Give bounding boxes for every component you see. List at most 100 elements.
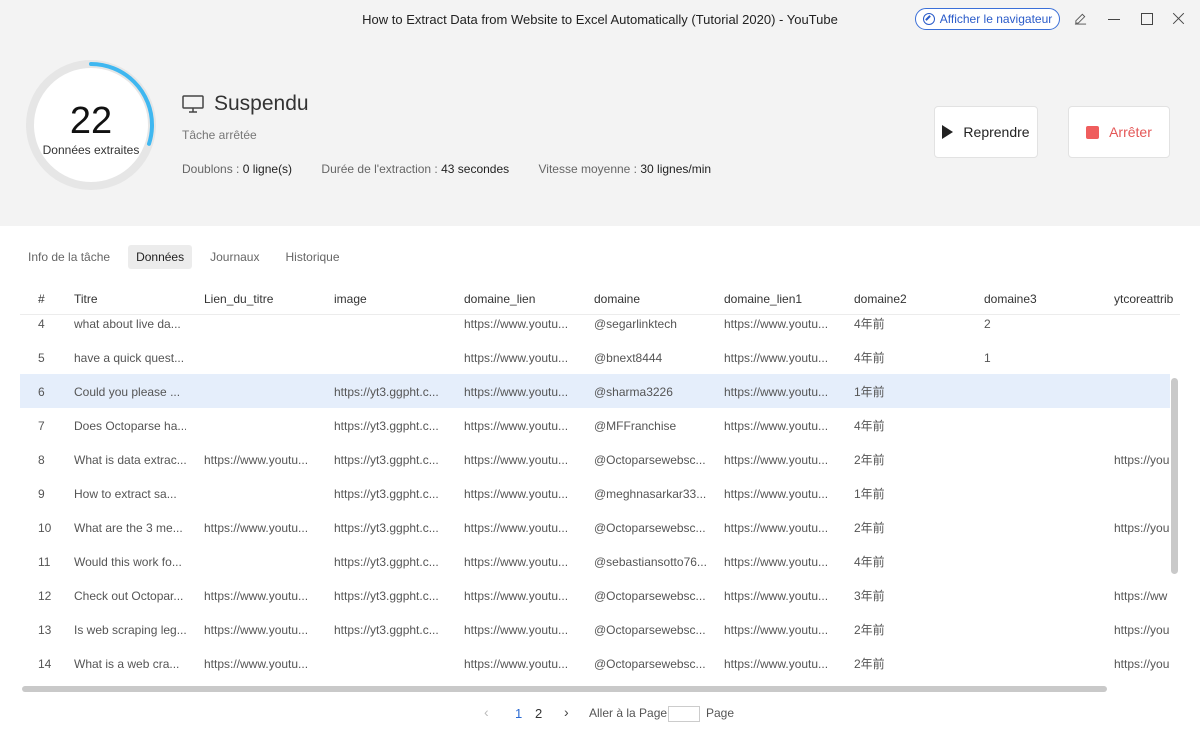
table-row[interactable]: 10 What are the 3 me... https://www.youtu.… (20, 510, 1170, 544)
table-cell[interactable]: https://www.youtu... (724, 656, 836, 672)
table-cell[interactable]: 4年前 (854, 350, 966, 366)
vertical-scrollbar[interactable] (1171, 378, 1178, 574)
minimize-icon[interactable] (1107, 12, 1121, 26)
maximize-icon[interactable] (1140, 12, 1154, 26)
table-cell[interactable]: https://www.youtu... (204, 622, 316, 638)
table-cell[interactable]: 9 (38, 486, 68, 502)
table-cell[interactable]: https://www.youtu... (464, 486, 576, 502)
table-cell[interactable]: https://www.youtu... (464, 588, 576, 604)
table-cell[interactable]: Is web scraping leg... (74, 622, 186, 638)
table-row[interactable]: 9 How to extract sa... https://yt3.ggpht.c… (20, 476, 1170, 510)
table-cell[interactable]: https://yt3.ggpht.c... (334, 418, 446, 434)
table-cell[interactable]: 6 (38, 384, 68, 400)
table-cell[interactable]: How to extract sa... (74, 486, 186, 502)
table-cell[interactable]: https://www.youtu... (464, 554, 576, 570)
table-cell[interactable]: 2年前 (854, 452, 966, 468)
table-row[interactable]: 13 Is web scraping leg... https://www.yout… (20, 612, 1170, 646)
column-header[interactable]: Lien_du_titre (204, 292, 316, 306)
table-cell[interactable]: https://www.youtu... (724, 486, 836, 502)
table-cell[interactable]: 2年前 (854, 622, 966, 638)
table-cell[interactable]: 12 (38, 588, 68, 604)
next-page-button[interactable]: › (564, 704, 569, 720)
table-cell[interactable]: What is data extrac... (74, 452, 186, 468)
table-cell[interactable]: https://you (1114, 656, 1174, 672)
table-cell[interactable]: https://you (1114, 452, 1174, 468)
table-cell[interactable]: what about live da... (74, 316, 186, 332)
table-cell[interactable]: https://www.youtu... (204, 520, 316, 536)
table-cell[interactable]: 1 (984, 350, 1096, 366)
table-cell[interactable]: What is a web cra... (74, 656, 186, 672)
tab-history[interactable]: Historique (277, 245, 347, 269)
table-cell[interactable]: 1年前 (854, 384, 966, 400)
table-cell[interactable]: 3年前 (854, 588, 966, 604)
page-1-button[interactable]: 1 (515, 706, 522, 721)
table-cell[interactable]: https://www.youtu... (724, 418, 836, 434)
table-cell[interactable]: 4年前 (854, 418, 966, 434)
prev-page-button[interactable]: ‹ (484, 704, 489, 720)
table-row[interactable]: 7 Does Octoparse ha... https://yt3.ggpht.c… (20, 408, 1170, 442)
table-cell[interactable]: https://www.youtu... (204, 656, 316, 672)
table-cell[interactable]: https://www.youtu... (724, 316, 836, 332)
column-header[interactable]: image (334, 292, 446, 306)
table-cell[interactable]: Would this work fo... (74, 554, 186, 570)
table-row[interactable]: 11 Would this work fo... https://yt3.ggpht… (20, 544, 1170, 578)
show-browser-button[interactable]: Afficher le navigateur (915, 8, 1060, 30)
table-cell[interactable]: 14 (38, 656, 68, 672)
table-cell[interactable]: https://www.youtu... (204, 588, 316, 604)
page-2-button[interactable]: 2 (535, 706, 542, 721)
column-header[interactable]: domaine_lien1 (724, 292, 836, 306)
table-cell[interactable]: https://www.youtu... (464, 656, 576, 672)
table-cell[interactable]: 13 (38, 622, 68, 638)
table-cell[interactable]: @meghnasarkar33... (594, 486, 706, 502)
table-row[interactable]: 6 Could you please ... https://yt3.ggpht.c… (20, 374, 1170, 408)
table-cell[interactable]: https://www.youtu... (464, 350, 576, 366)
table-cell[interactable]: 8 (38, 452, 68, 468)
stop-button[interactable]: Arrêter (1068, 106, 1170, 158)
table-cell[interactable]: Check out Octopar... (74, 588, 186, 604)
table-cell[interactable]: What are the 3 me... (74, 520, 186, 536)
column-header[interactable]: ytcoreattribu (1114, 292, 1174, 306)
resume-button[interactable]: Reprendre (934, 106, 1038, 158)
table-cell[interactable]: 5 (38, 350, 68, 366)
table-cell[interactable]: https://www.youtu... (724, 622, 836, 638)
table-cell[interactable]: @MFFranchise (594, 418, 706, 434)
table-cell[interactable]: Does Octoparse ha... (74, 418, 186, 434)
table-cell[interactable]: @bnext8444 (594, 350, 706, 366)
table-cell[interactable]: https://yt3.ggpht.c... (334, 622, 446, 638)
table-cell[interactable]: https://ww (1114, 588, 1174, 604)
table-cell[interactable]: Could you please ... (74, 384, 186, 400)
edit-icon[interactable] (1073, 12, 1087, 26)
table-cell[interactable]: @sebastiansotto76... (594, 554, 706, 570)
table-cell[interactable]: https://you (1114, 622, 1174, 638)
column-header[interactable]: domaine2 (854, 292, 966, 306)
tab-logs[interactable]: Journaux (202, 245, 267, 269)
table-row[interactable]: 4 what about live da... https://www.youtu.… (20, 316, 1170, 340)
table-cell[interactable]: https://www.youtu... (724, 520, 836, 536)
table-cell[interactable]: 4年前 (854, 316, 966, 332)
table-cell[interactable]: 2 (984, 316, 1096, 332)
table-cell[interactable]: https://www.youtu... (724, 384, 836, 400)
table-cell[interactable]: https://you (1114, 520, 1174, 536)
table-cell[interactable]: 2年前 (854, 520, 966, 536)
table-row[interactable]: 5 have a quick quest... https://www.youtu.… (20, 340, 1170, 374)
table-cell[interactable]: https://yt3.ggpht.c... (334, 384, 446, 400)
table-row[interactable]: 12 Check out Octopar... https://www.youtu.… (20, 578, 1170, 612)
table-cell[interactable]: https://www.youtu... (204, 452, 316, 468)
table-cell[interactable]: @Octoparsewebsc... (594, 588, 706, 604)
column-header[interactable]: # (38, 292, 68, 306)
table-cell[interactable]: 4 (38, 316, 68, 332)
tab-task-info[interactable]: Info de la tâche (20, 245, 118, 269)
table-cell[interactable]: https://www.youtu... (464, 520, 576, 536)
table-cell[interactable]: https://yt3.ggpht.c... (334, 452, 446, 468)
table-row[interactable]: 14 What is a web cra... https://www.youtu.… (20, 646, 1170, 680)
table-cell[interactable]: https://www.youtu... (464, 418, 576, 434)
goto-page-input[interactable] (668, 706, 700, 722)
column-header[interactable]: Titre (74, 292, 186, 306)
horizontal-scrollbar[interactable] (22, 686, 1107, 692)
table-cell[interactable]: https://www.youtu... (464, 316, 576, 332)
table-cell[interactable]: 2年前 (854, 656, 966, 672)
table-cell[interactable]: @Octoparsewebsc... (594, 622, 706, 638)
column-header[interactable]: domaine (594, 292, 706, 306)
table-cell[interactable]: 11 (38, 554, 68, 570)
table-cell[interactable]: https://yt3.ggpht.c... (334, 588, 446, 604)
